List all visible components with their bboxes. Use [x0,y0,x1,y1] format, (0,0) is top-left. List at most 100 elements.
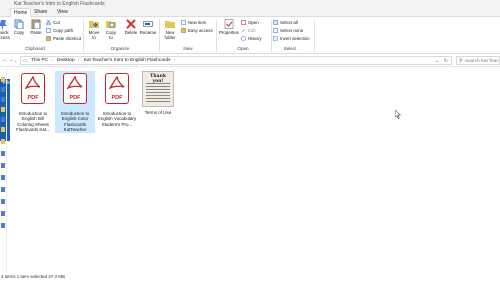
move-folder-icon [89,19,99,29]
tab-view[interactable]: View [54,8,71,17]
search-placeholder: Search Kat Teac [465,58,499,63]
edit-icon [241,28,246,33]
copy-to-button[interactable]: Copy to [104,19,118,40]
new-item-icon [181,20,186,25]
paste-icon [31,19,41,30]
thumbnail-line [146,89,170,90]
file-name: Terms of Use [144,110,172,115]
group-label-organize: Organize [110,46,130,51]
nav-item-icon[interactable] [1,97,5,102]
search-input[interactable]: ⚲ Search Kat Teac [456,56,500,65]
group-label-select: Select [283,46,297,51]
breadcrumb-separator-icon: › [51,58,53,63]
paste-shortcut-icon [46,36,51,41]
thumbnail-line [146,92,170,93]
status-text: 4 items 1 item selected 47.3 MB [1,274,66,279]
select-all-button[interactable]: Select all [273,20,298,25]
nav-item-icon[interactable] [1,87,5,92]
folder-icon[interactable] [1,139,5,144]
navigation-pane [0,67,7,272]
easy-access-button[interactable]: Easy access [181,28,213,33]
new-folder-button[interactable]: New folder [162,19,178,40]
ribbon: Quick access Copy Paste Cut Copy path Pa… [0,17,500,54]
group-divider [314,19,315,52]
group-divider [83,19,84,52]
paste-button[interactable]: Paste [29,19,43,35]
file-name: Introduction to English Vocabulary Stude… [97,111,137,127]
dropdown-chevron-icon[interactable]: ⌄ [435,58,439,64]
select-none-icon [273,28,278,33]
breadcrumb-this-pc[interactable]: This PC [31,58,48,63]
group-divider [159,19,160,52]
delete-x-icon [126,19,136,29]
group-label-clipboard: Clipboard [25,46,45,51]
history-icon [241,36,246,41]
file-item[interactable]: PDF Introduction to English Bill Colorin… [13,71,53,133]
edit-button[interactable]: Edit [241,28,256,33]
search-icon: ⚲ [459,58,463,64]
rename-button[interactable]: Rename [140,19,156,35]
folder-icon[interactable] [1,77,5,82]
invert-selection-button[interactable]: Invert selection [273,36,310,41]
file-name: Introduction to English Color Flashcards… [60,111,90,133]
move-to-button[interactable]: Move to [87,19,101,40]
nav-item-icon[interactable] [1,187,5,192]
group-label-open: Open [237,46,249,51]
file-item[interactable]: PDF Introduction to English Vocabulary S… [97,71,137,133]
recent-chevron-icon[interactable]: ⌄ [14,58,17,63]
thumbnail-line [146,86,170,87]
history-button[interactable]: History [241,36,262,41]
thumbnail-line [146,101,170,102]
quick-access-button[interactable]: Quick access [0,19,10,40]
address-path-box[interactable]: ▭ This PC › Desktop › Kat Teacher's Intro … [20,56,452,65]
thumbnail-line [146,83,170,84]
pdf-file-icon: PDF [63,73,87,104]
copy-folder-icon [106,19,116,29]
nav-item-icon[interactable] [1,199,5,204]
pdf-file-icon: PDF [21,73,45,104]
title-bar: Kat Teacher's Intro to English Flashcard… [0,0,500,8]
thumbnail-line [146,98,170,99]
breadcrumb-desktop[interactable]: Desktop [57,58,75,63]
nav-item-icon[interactable] [1,211,5,216]
tab-share[interactable]: Share [31,8,50,17]
copy-button[interactable]: Copy [13,19,25,35]
group-divider [271,19,272,52]
delete-button[interactable]: Delete [123,19,139,35]
group-label-new: New [183,46,193,51]
breadcrumb: This PC › Desktop › Kat Teacher's Intro to… [31,58,178,63]
nav-item-icon[interactable] [1,223,5,228]
nav-item-icon[interactable] [1,151,5,156]
refresh-icon[interactable]: ↻ [444,58,448,64]
select-none-button[interactable]: Select none [273,28,303,33]
cut-button[interactable]: Cut [45,19,60,26]
copy-path-icon [46,28,51,33]
file-item-selected[interactable]: PDF Introduction to English Color Flashc… [55,71,95,133]
invert-selection-icon [273,36,278,41]
new-item-button[interactable]: New item [181,20,206,25]
properties-button[interactable]: Properties [218,19,240,35]
ribbon-tabs: File Home Share View [0,8,500,141]
open-button[interactable]: Open [241,20,259,25]
thumbnail-line [146,95,170,96]
paste-shortcut-button[interactable]: Paste shortcut [46,36,81,41]
rename-icon [143,19,153,29]
pdf-file-icon: PDF [105,73,129,104]
copy-icon [14,19,24,30]
nav-item-icon[interactable] [1,163,5,168]
breadcrumb-current-folder[interactable]: Kat Teacher's Intro to English Flashcard… [84,58,171,63]
nav-item-icon[interactable] [1,117,5,122]
pin-icon [0,19,8,29]
folder-icon[interactable] [1,107,5,112]
nav-item-icon[interactable] [1,175,5,180]
mouse-cursor-icon [394,109,402,121]
status-bar: 4 items 1 item selected 47.3 MB [0,272,500,281]
breadcrumb-separator-icon: › [77,58,80,63]
image-thumbnail[interactable]: Thank you! [142,71,174,107]
this-pc-icon: ▭ [23,58,28,64]
folder-icon[interactable] [1,127,5,132]
copy-path-button[interactable]: Copy path [46,28,73,33]
select-all-icon [273,20,278,25]
easy-access-icon [181,28,186,33]
breadcrumb-separator-icon: › [173,58,176,63]
